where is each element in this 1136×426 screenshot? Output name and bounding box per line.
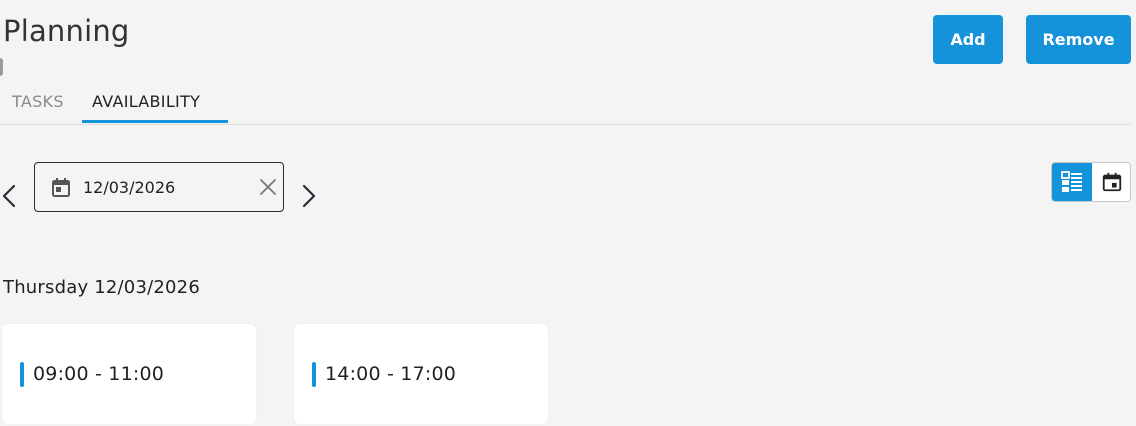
slot-time: 09:00 - 11:00 <box>33 363 165 385</box>
close-icon[interactable] <box>258 177 278 197</box>
availability-slot[interactable]: 09:00 - 11:00 <box>2 324 256 424</box>
tab-availability[interactable]: AVAILABILITY <box>92 92 200 111</box>
chevron-left-icon[interactable] <box>0 184 20 208</box>
edge-scroll-indicator <box>0 58 3 76</box>
calendar-icon[interactable] <box>49 175 73 199</box>
availability-slot[interactable]: 14:00 - 17:00 <box>294 324 548 424</box>
list-view-icon[interactable] <box>1052 163 1092 201</box>
add-button[interactable]: Add <box>933 15 1003 64</box>
active-tab-indicator <box>82 120 228 123</box>
chevron-right-icon[interactable] <box>299 184 319 208</box>
calendar-view-icon[interactable] <box>1092 163 1130 201</box>
date-input[interactable] <box>83 175 243 199</box>
tab-bar: TASKS AVAILABILITY <box>0 84 1131 125</box>
day-heading: Thursday 12/03/2026 <box>3 277 200 298</box>
slot-time: 14:00 - 17:00 <box>325 363 457 385</box>
view-toggle <box>1051 162 1131 202</box>
date-field[interactable] <box>34 162 284 212</box>
slot-color-bar <box>20 362 24 387</box>
tab-tasks[interactable]: TASKS <box>12 92 64 111</box>
remove-button[interactable]: Remove <box>1026 15 1131 64</box>
page-title: Planning <box>3 14 130 48</box>
slot-color-bar <box>312 362 316 387</box>
